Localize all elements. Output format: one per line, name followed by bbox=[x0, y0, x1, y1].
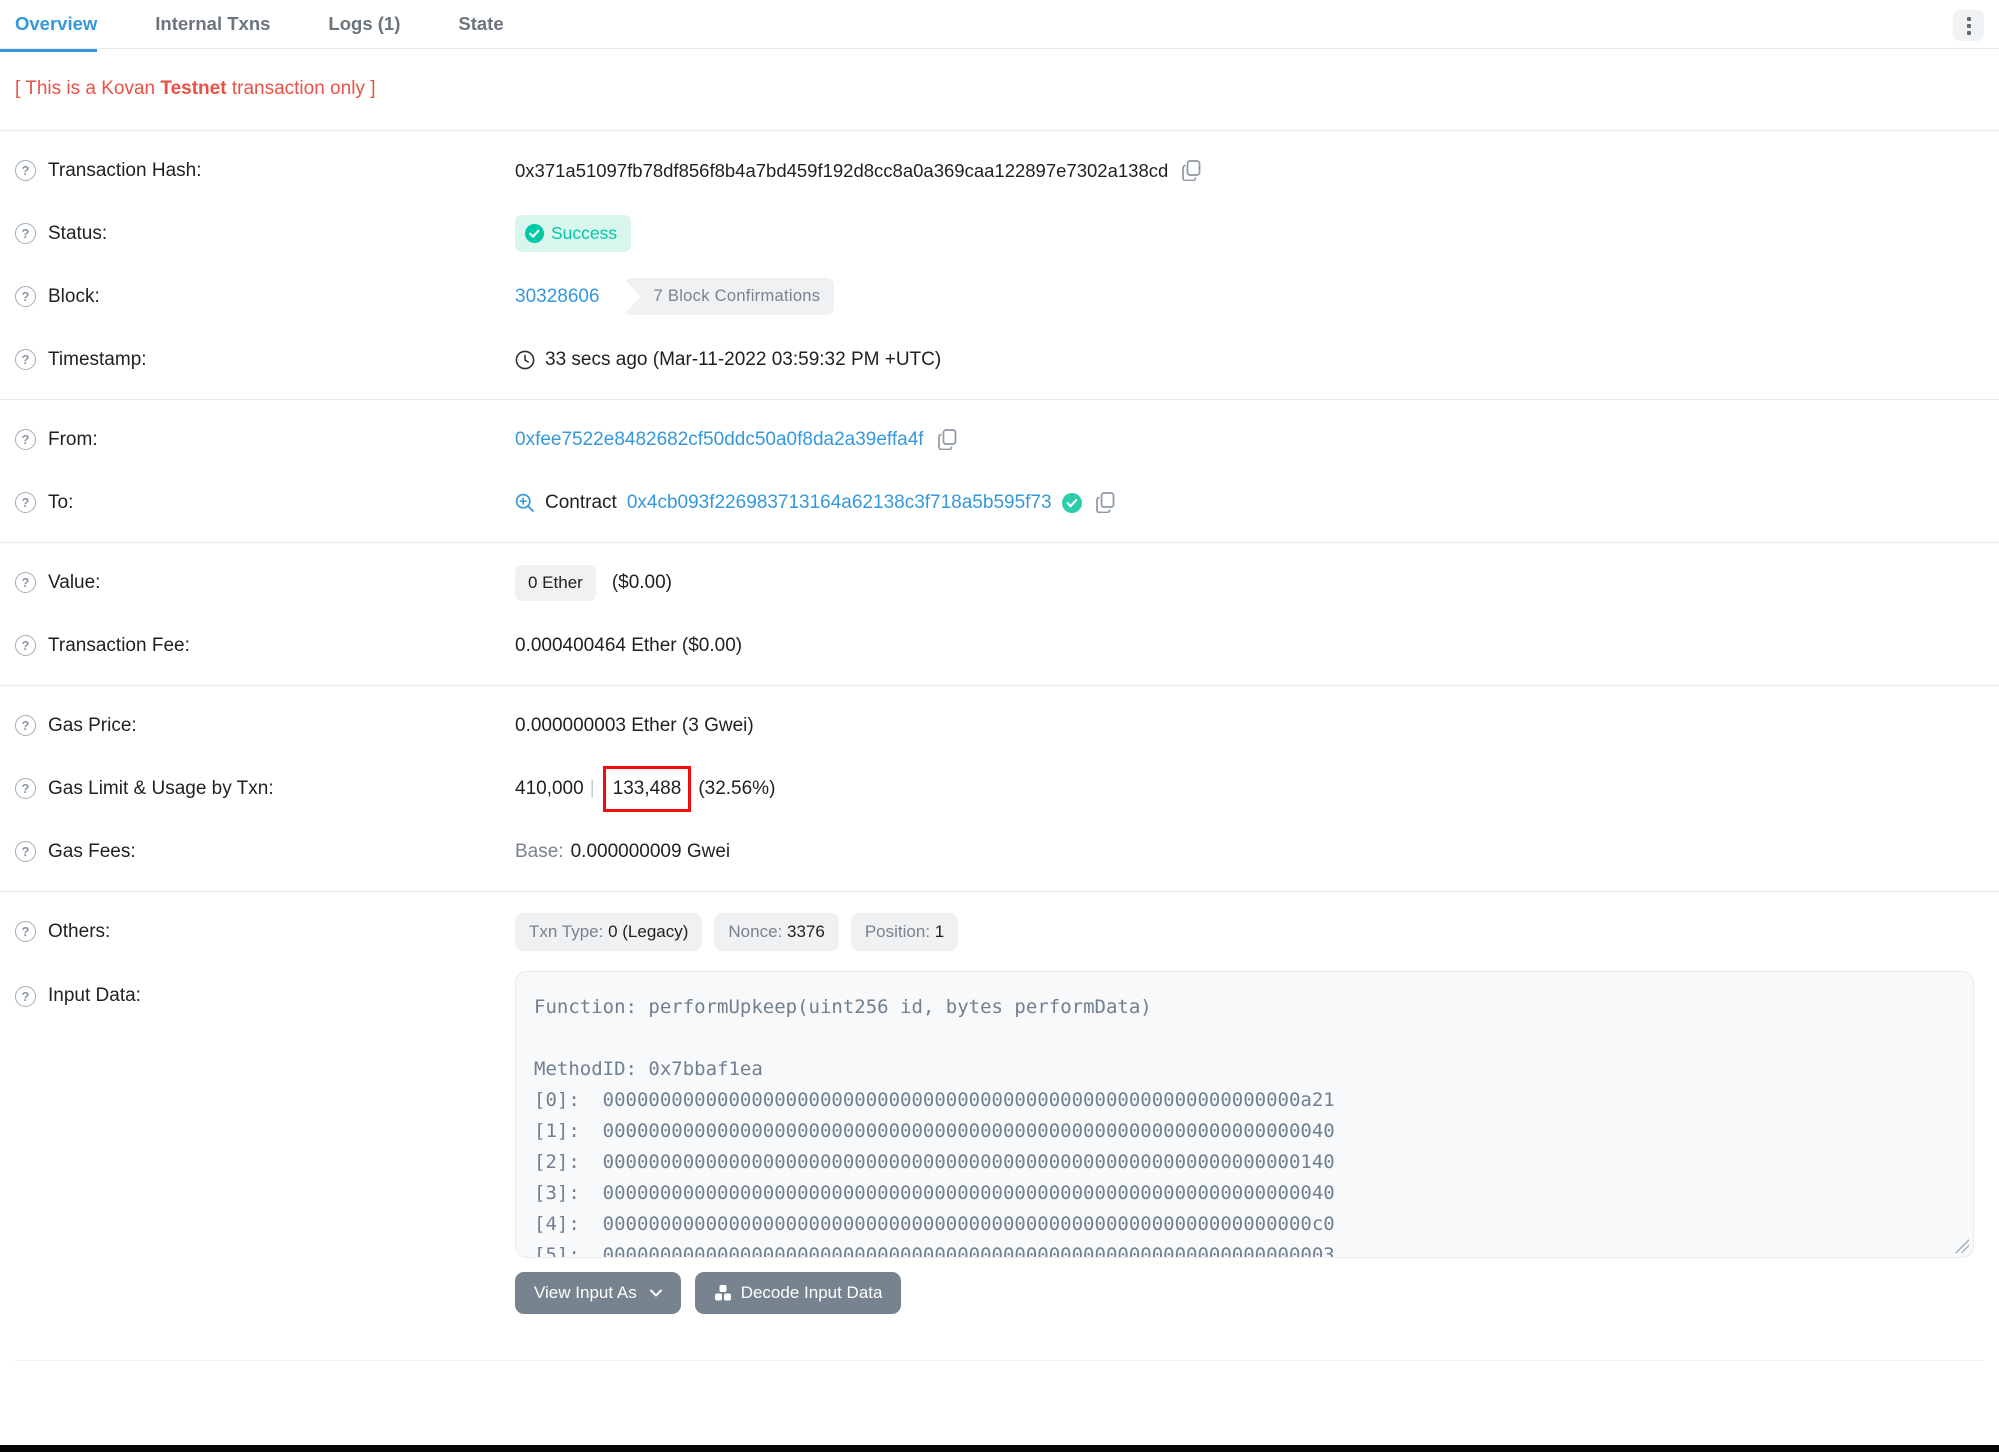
help-icon[interactable]: ? bbox=[15, 160, 36, 181]
from-address-link[interactable]: 0xfee7522e8482682cf50ddc50a0f8da2a39effa… bbox=[515, 429, 924, 451]
nonce-badge: Nonce: 3376 bbox=[714, 912, 839, 951]
resize-handle[interactable] bbox=[1955, 1239, 1969, 1253]
clock-icon bbox=[515, 350, 535, 369]
notice-bold: Testnet bbox=[160, 78, 227, 99]
value-row: ? Value: 0 Ether ($0.00) bbox=[15, 551, 1984, 614]
tab-bar: Overview Internal Txns Logs (1) State bbox=[0, 0, 1999, 52]
copy-icon[interactable] bbox=[1182, 160, 1201, 181]
window-bottom-edge bbox=[0, 1445, 1999, 1452]
copy-icon[interactable] bbox=[937, 429, 957, 450]
bottom-divider bbox=[15, 1360, 1984, 1361]
notice-prefix: [ This is a Kovan bbox=[15, 78, 161, 99]
input-data-word: [0]: 000000000000000000000000000000000000… bbox=[534, 1089, 1335, 1111]
to-type-text: Contract bbox=[545, 491, 617, 513]
verified-check-icon bbox=[1061, 492, 1082, 513]
transaction-hash-row: ? Transaction Hash: 0x371a51097fb78df856… bbox=[15, 139, 1984, 202]
to-address-link[interactable]: 0x4cb093f226983713164a62138c3f718a5b595f… bbox=[627, 492, 1052, 514]
help-icon[interactable]: ? bbox=[15, 841, 36, 862]
value-usd-text: ($0.00) bbox=[611, 571, 673, 593]
position-badge: Position: 1 bbox=[850, 912, 959, 951]
help-icon[interactable]: ? bbox=[15, 921, 36, 942]
transaction-fee-label: Transaction Fee: bbox=[48, 634, 190, 656]
gas-usage-highlight-box: 133,488 bbox=[602, 765, 692, 812]
input-data-word: [5]: 000000000000000000000000000000000000… bbox=[534, 1244, 1335, 1258]
tab-state[interactable]: State bbox=[458, 0, 503, 52]
gas-price-row: ? Gas Price: 0.000000003 Ether (3 Gwei) bbox=[15, 694, 1984, 757]
transaction-fee-value: 0.000400464 Ether ($0.00) bbox=[515, 634, 743, 656]
help-icon[interactable]: ? bbox=[15, 492, 36, 513]
check-circle-icon bbox=[525, 224, 544, 243]
gas-fees-base-value: 0.000000009 Gwei bbox=[570, 840, 731, 862]
transaction-hash-label: Transaction Hash: bbox=[48, 159, 202, 181]
help-icon[interactable]: ? bbox=[15, 349, 36, 370]
others-label: Others: bbox=[48, 920, 111, 942]
zoom-in-icon[interactable] bbox=[515, 493, 535, 513]
from-label: From: bbox=[48, 428, 98, 450]
tab-overview[interactable]: Overview bbox=[0, 0, 98, 52]
status-row: ? Status: Success bbox=[15, 202, 1984, 265]
status-label: Status: bbox=[48, 222, 108, 244]
copy-icon[interactable] bbox=[1095, 492, 1115, 513]
cubes-icon bbox=[714, 1285, 731, 1301]
input-data-function: Function: performUpkeep(uint256 id, byte… bbox=[534, 996, 1152, 1018]
gas-usage-value: 133,488 bbox=[612, 777, 682, 799]
input-data-word: [3]: 000000000000000000000000000000000000… bbox=[534, 1182, 1335, 1204]
timestamp-row: ? Timestamp: 33 secs ago (Mar-11-2022 03… bbox=[15, 328, 1984, 391]
input-data-methodid: MethodID: 0x7bbaf1ea bbox=[534, 1058, 763, 1080]
kebab-menu-icon bbox=[1966, 16, 1971, 21]
timestamp-value: 33 secs ago (Mar-11-2022 03:59:32 PM +UT… bbox=[545, 348, 942, 370]
input-data-word: [2]: 000000000000000000000000000000000000… bbox=[534, 1151, 1335, 1173]
gas-usage-percent: (32.56%) bbox=[698, 777, 776, 799]
help-icon[interactable]: ? bbox=[15, 985, 36, 1007]
block-row: ? Block: 30328606 7 Block Confirmations bbox=[15, 265, 1984, 328]
input-data-row: ? Input Data: Function: performUpkeep(ui… bbox=[15, 971, 1984, 1258]
gas-fees-label: Gas Fees: bbox=[48, 840, 136, 862]
help-icon[interactable]: ? bbox=[15, 223, 36, 244]
status-badge: Success bbox=[515, 215, 632, 252]
gas-fees-row: ? Gas Fees: Base: 0.000000009 Gwei bbox=[15, 820, 1984, 883]
value-amount-badge: 0 Ether bbox=[515, 564, 596, 601]
help-icon[interactable]: ? bbox=[15, 778, 36, 799]
help-icon[interactable]: ? bbox=[15, 572, 36, 593]
help-icon[interactable]: ? bbox=[15, 715, 36, 736]
gas-price-label: Gas Price: bbox=[48, 714, 137, 736]
kebab-menu-button[interactable] bbox=[1953, 10, 1984, 41]
txn-type-badge: Txn Type: 0 (Legacy) bbox=[515, 912, 703, 951]
to-label: To: bbox=[48, 491, 74, 513]
gas-fees-base-label: Base: bbox=[515, 840, 564, 862]
input-data-word: [1]: 000000000000000000000000000000000000… bbox=[534, 1120, 1335, 1142]
input-data-word: [4]: 000000000000000000000000000000000000… bbox=[534, 1213, 1335, 1235]
status-text: Success bbox=[551, 223, 618, 243]
tab-logs[interactable]: Logs (1) bbox=[328, 0, 400, 52]
help-icon[interactable]: ? bbox=[15, 635, 36, 656]
timestamp-label: Timestamp: bbox=[48, 348, 147, 370]
chevron-down-icon bbox=[649, 1289, 662, 1297]
transaction-hash-value: 0x371a51097fb78df856f8b4a7bd459f192d8cc8… bbox=[515, 159, 1169, 181]
transaction-fee-row: ? Transaction Fee: 0.000400464 Ether ($0… bbox=[15, 614, 1984, 677]
value-label: Value: bbox=[48, 571, 101, 593]
gas-limit-value: 410,000 bbox=[515, 777, 584, 799]
decode-input-data-button[interactable]: Decode Input Data bbox=[694, 1272, 902, 1314]
to-row: ? To: Contract 0x4cb093f226983713164a621… bbox=[15, 471, 1984, 534]
input-data-label: Input Data: bbox=[48, 985, 141, 1006]
input-data-textarea[interactable]: Function: performUpkeep(uint256 id, byte… bbox=[515, 971, 1974, 1258]
view-input-as-button[interactable]: View Input As bbox=[515, 1272, 681, 1314]
gas-limit-usage-row: ? Gas Limit & Usage by Txn: 410,000 | 13… bbox=[15, 757, 1984, 820]
help-icon[interactable]: ? bbox=[15, 286, 36, 307]
tab-internal-txns[interactable]: Internal Txns bbox=[155, 0, 270, 52]
gas-limit-usage-label: Gas Limit & Usage by Txn: bbox=[48, 777, 274, 799]
pipe-separator: | bbox=[589, 777, 595, 799]
notice-suffix: transaction only ] bbox=[226, 78, 376, 99]
block-label: Block: bbox=[48, 285, 100, 307]
from-row: ? From: 0xfee7522e8482682cf50ddc50a0f8da… bbox=[15, 408, 1984, 471]
others-row: ? Others: Txn Type: 0 (Legacy) Nonce: 33… bbox=[15, 900, 1984, 963]
gas-price-value: 0.000000003 Ether (3 Gwei) bbox=[515, 714, 754, 736]
block-number-link[interactable]: 30328606 bbox=[515, 286, 600, 308]
block-confirmations-badge: 7 Block Confirmations bbox=[623, 278, 835, 315]
testnet-notice: [ This is a Kovan Testnet transaction on… bbox=[0, 49, 1999, 131]
help-icon[interactable]: ? bbox=[15, 429, 36, 450]
